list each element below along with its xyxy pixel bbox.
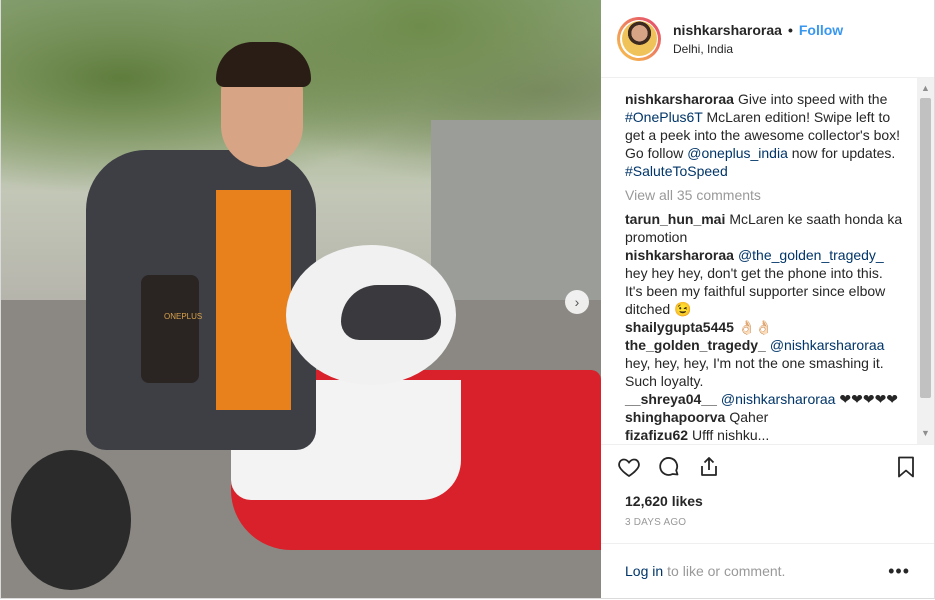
action-bar [601,444,934,489]
follow-button[interactable]: Follow [799,22,843,38]
mention-link[interactable]: @the_golden_tragedy_ [738,247,884,263]
avatar-ring [620,19,658,58]
scrollbar-thumb[interactable] [920,98,931,398]
list-item: __shreya04__ @nishkarsharoraa ❤❤❤❤❤ [625,390,904,408]
photo-tire [11,450,131,590]
header-text: nishkarsharoraa • Follow Delhi, India [673,22,843,56]
list-item: fizafizu62 Ufff nishku... [625,426,904,444]
caption-text-3: now for updates. [787,145,896,161]
hashtag-link[interactable]: #OnePlus6T [625,109,703,125]
comment-username[interactable]: the_golden_tragedy_ [625,337,766,353]
caption-username[interactable]: nishkarsharoraa [625,91,734,107]
avatar[interactable] [617,16,661,61]
comment-username[interactable]: tarun_hun_mai [625,211,725,227]
comment-username[interactable]: nishkarsharoraa [625,247,734,263]
heart-icon[interactable] [617,455,641,479]
caption-text-1: Give into speed with the [737,91,888,107]
post-photo[interactable]: ONEPLUS › [1,0,601,598]
header-username[interactable]: nishkarsharoraa [673,22,782,38]
login-link[interactable]: Log in [625,563,663,579]
hashtag-link[interactable]: #SaluteToSpeed [625,163,728,179]
photo-wall [431,120,601,300]
post-sidebar: nishkarsharoraa • Follow Delhi, India ▲ … [601,0,934,598]
list-item: the_golden_tragedy_ @nishkarsharoraa hey,… [625,336,904,390]
comment-text: 👌🏻👌🏻 [737,319,773,335]
list-item: nishkarsharoraa @the_golden_tragedy_ hey … [625,246,904,318]
login-prompt-text: to like or comment. [667,563,786,579]
list-item: shailygupta5445 👌🏻👌🏻 [625,318,904,336]
post-timestamp[interactable]: 3 DAYS AGO [601,511,934,533]
post-header: nishkarsharoraa • Follow Delhi, India [601,0,934,78]
header-separator: • [787,21,793,38]
photo-phone-logo: ONEPLUS [164,312,203,321]
comment-text: hey hey hey, don't get the phone into th… [625,265,886,317]
location-link[interactable]: Delhi, India [673,42,843,56]
comment-username[interactable]: shailygupta5445 [625,319,734,335]
photo-visor [341,285,441,340]
post-frame: ONEPLUS › nishkarsharoraa • Follow Delhi… [0,0,935,599]
comment-text: ❤❤❤❤❤ [839,391,899,407]
comment-text: Qaher [729,409,769,425]
login-bar: Log in to like or comment. ••• [601,543,934,598]
comment-text: hey, hey, hey, I'm not the one smashing … [625,355,884,389]
more-options-icon[interactable]: ••• [888,561,910,582]
scroll-down-icon[interactable]: ▼ [917,425,934,442]
header-top: nishkarsharoraa • Follow [673,22,843,38]
photo-phone [141,275,199,383]
next-photo-button[interactable]: › [565,290,589,314]
photo-shirt [216,190,291,410]
mention-link[interactable]: @oneplus_india [687,145,788,161]
caption: nishkarsharoraa Give into speed with the … [625,90,904,180]
scrollbar[interactable]: ▲ ▼ [917,78,934,444]
mention-link[interactable]: @nishkarsharoraa [770,337,885,353]
list-item: tarun_hun_mai McLaren ke saath honda ka p… [625,210,904,246]
bookmark-icon[interactable] [894,455,918,479]
photo-hair [216,42,311,87]
comment-icon[interactable] [657,455,681,479]
comment-username[interactable]: shinghapoorva [625,409,725,425]
view-all-comments-link[interactable]: View all 35 comments [625,186,904,204]
mention-link[interactable]: @nishkarsharoraa [721,391,836,407]
list-item: shinghapoorva Qaher [625,408,904,426]
comments-section[interactable]: ▲ ▼ nishkarsharoraa Give into speed with … [601,78,934,444]
comment-username[interactable]: __shreya04__ [625,391,717,407]
chevron-right-icon: › [574,294,580,310]
scroll-up-icon[interactable]: ▲ [917,80,934,97]
comment-text: Ufff nishku... [692,427,770,443]
likes-count[interactable]: 12,620 likes [601,489,934,511]
avatar-image [621,21,657,56]
share-icon[interactable] [697,455,721,479]
comment-username[interactable]: fizafizu62 [625,427,688,443]
